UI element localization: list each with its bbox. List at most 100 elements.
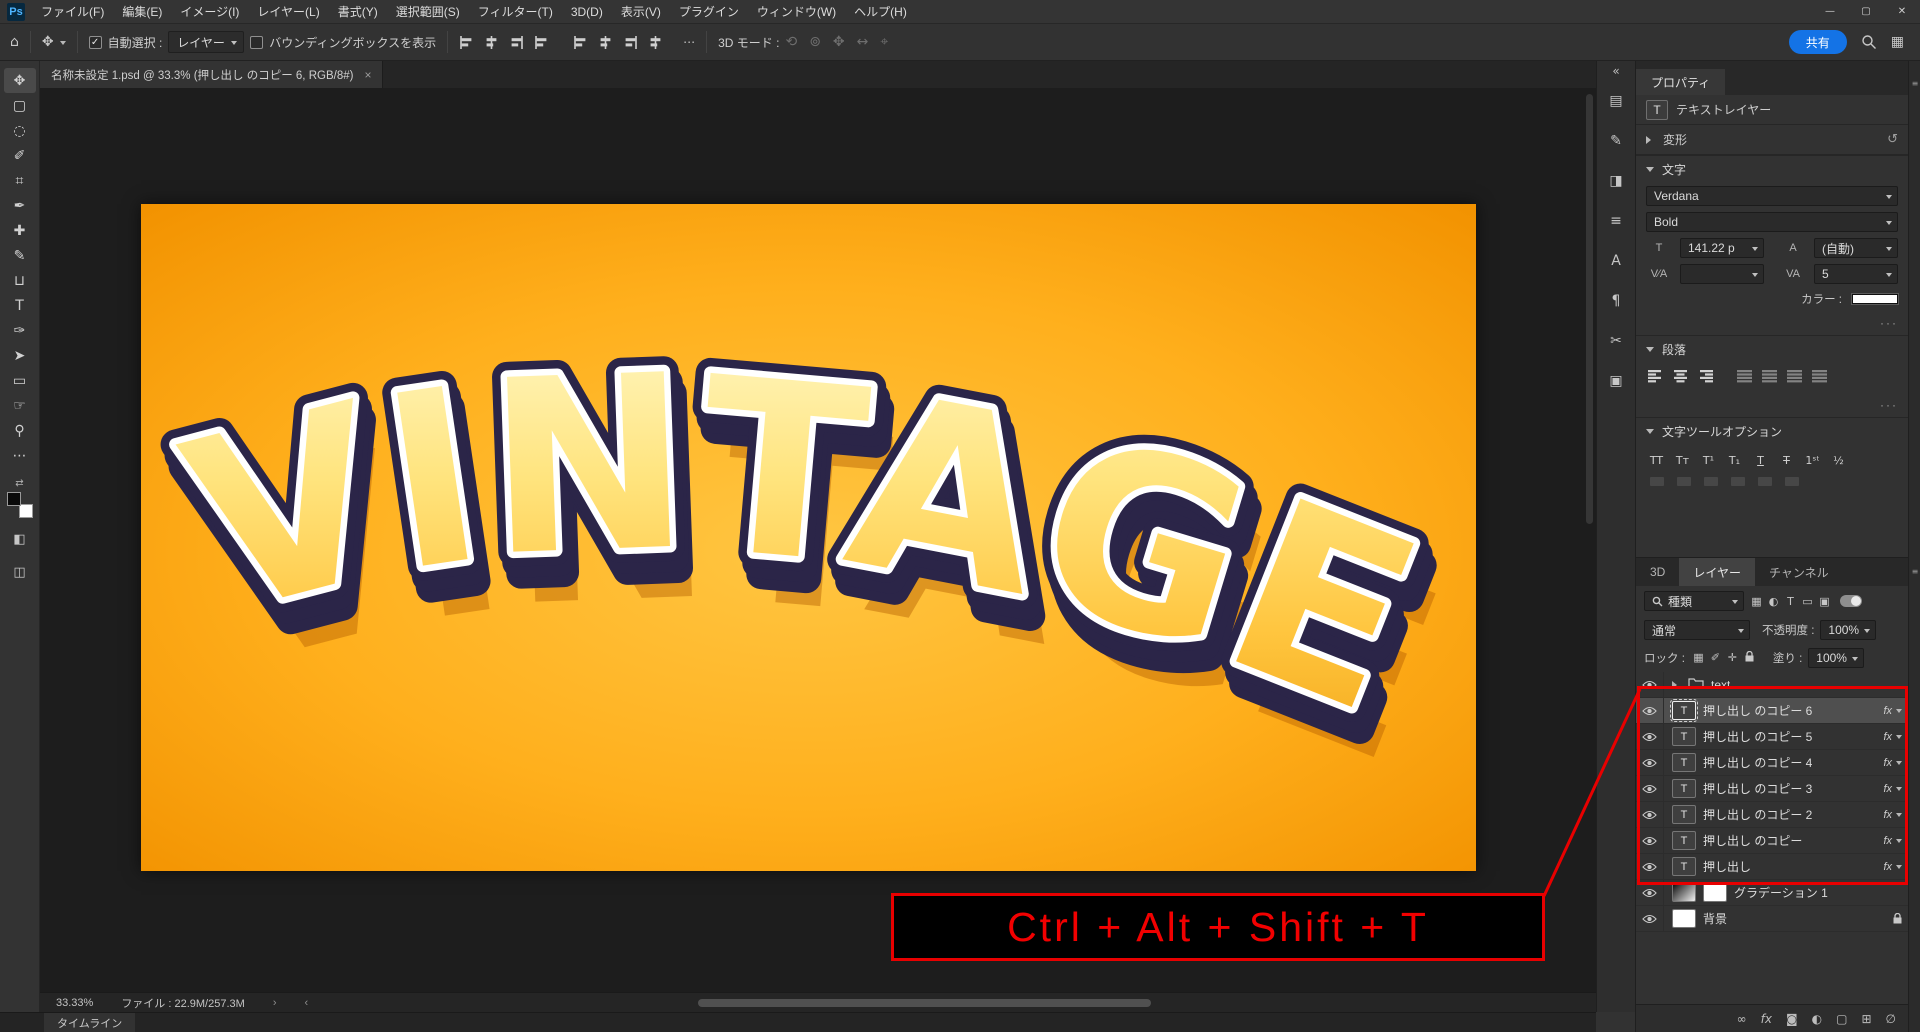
paragraph-align-icon-5[interactable] (1762, 370, 1777, 386)
visibility-eye-icon[interactable] (1636, 802, 1664, 827)
panel-menu-icon[interactable]: ≡ (1910, 567, 1920, 576)
tool-preset-chevron-icon[interactable] (59, 40, 66, 48)
character-more-options-icon[interactable]: ··· (1880, 316, 1898, 330)
visibility-eye-icon[interactable] (1636, 854, 1664, 879)
filter-kind-icon-4[interactable]: ▭ (1799, 595, 1816, 608)
3d-mode-icon-1[interactable]: ⟲ (785, 35, 797, 49)
kerning-dropdown[interactable] (1680, 264, 1764, 284)
visibility-eye-icon[interactable] (1636, 750, 1664, 775)
menubar-item[interactable]: レイヤー(L) (248, 0, 328, 24)
font-style-dropdown[interactable]: Bold (1646, 212, 1898, 232)
layer-row[interactable]: T 押し出し のコピー 3 fx (1636, 776, 1908, 802)
maximize-button[interactable]: ▢ (1848, 0, 1884, 24)
background-layer-thumbnail[interactable] (1672, 909, 1696, 928)
status-next-icon[interactable]: › (273, 997, 277, 1009)
layer-row[interactable]: グラデーション 1 (1636, 880, 1908, 906)
spot-healing-brush-tool[interactable]: ✚ (4, 218, 36, 243)
menubar-item[interactable]: 書式(Y) (329, 0, 387, 24)
layer-fx-badge[interactable]: fx (1883, 835, 1892, 847)
text-layer-thumbnail[interactable]: T (1672, 753, 1696, 772)
type-option-icon-3[interactable]: T¹ (1700, 454, 1717, 467)
menubar-item[interactable]: 3D(D) (562, 0, 612, 24)
type-tool[interactable]: T (4, 293, 36, 318)
distribute-icon-4[interactable] (648, 35, 663, 49)
new-layer-icon[interactable]: ⊞ (1861, 1012, 1871, 1026)
lock-option-icon-3[interactable]: ✛ (1725, 651, 1740, 665)
tracking-dropdown[interactable]: 5 (1814, 264, 1898, 284)
filter-kind-icon-1[interactable]: ▦ (1748, 595, 1765, 608)
layer-row[interactable]: 背景 (1636, 906, 1908, 932)
more-align-options-icon[interactable]: ⋯ (683, 36, 695, 48)
eyedropper-tool[interactable]: ✒ (4, 193, 36, 218)
document-canvas[interactable]: VINTAGE VINTAGE VINTAGE VINTAGE VINTAGE … (141, 204, 1476, 871)
layer-row[interactable]: T 押し出し のコピー fx (1636, 828, 1908, 854)
paragraph-align-icon-2[interactable] (1673, 370, 1688, 386)
home-icon[interactable]: ⌂ (10, 35, 19, 49)
text-layer-thumbnail[interactable]: T (1670, 699, 1698, 722)
tab-properties[interactable]: プロパティ (1636, 69, 1726, 95)
visibility-eye-icon[interactable] (1636, 698, 1664, 723)
screen-mode-icon[interactable]: ◫ (4, 560, 36, 584)
share-button[interactable]: 共有 (1788, 30, 1847, 54)
menubar-item[interactable]: イメージ(I) (171, 0, 248, 24)
layer-style-icon[interactable]: fx (1761, 1012, 1772, 1026)
type-option-icon-7[interactable]: 1ˢᵗ (1804, 454, 1821, 467)
chevron-down-icon[interactable] (1646, 429, 1654, 438)
layer-row[interactable]: T 押し出し のコピー 6 fx (1636, 698, 1908, 724)
filter-toggle-switch[interactable] (1840, 595, 1862, 607)
text-layer-thumbnail[interactable]: T (1672, 831, 1696, 850)
timeline-tab[interactable]: タイムライン (44, 1013, 136, 1032)
3d-mode-icon-2[interactable]: ⊚ (809, 35, 821, 49)
3d-mode-icon-4[interactable]: ↔ (857, 35, 869, 49)
quick-mask-icon[interactable]: ◧ (4, 527, 36, 551)
filter-kind-icon-2[interactable]: ◐ (1765, 595, 1782, 608)
distribute-icon-3[interactable] (623, 35, 638, 49)
text-color-swatch[interactable] (1852, 294, 1898, 304)
layer-row[interactable]: T 押し出し のコピー 2 fx (1636, 802, 1908, 828)
menubar-item[interactable]: フィルター(T) (469, 0, 562, 24)
filter-kind-icon-3[interactable]: T (1782, 595, 1799, 608)
type-option-icon-4[interactable]: T₁ (1726, 454, 1743, 467)
group-expand-icon[interactable] (1672, 680, 1681, 689)
reset-transform-icon[interactable]: ↺ (1887, 132, 1898, 147)
paragraph-align-icon-3[interactable] (1698, 370, 1713, 386)
align-icon-2[interactable] (484, 35, 499, 49)
align-icon-3[interactable] (509, 35, 524, 49)
3d-mode-icon-3[interactable]: ✥ (833, 35, 845, 49)
canvas-area[interactable]: VINTAGE VINTAGE VINTAGE VINTAGE VINTAGE … (40, 88, 1596, 992)
dock-brush-settings-panel-icon[interactable]: ✎ (1601, 126, 1631, 156)
close-button[interactable]: ✕ (1884, 0, 1920, 24)
chevron-right-icon[interactable] (1646, 135, 1655, 144)
document-tab[interactable]: 名称未設定 1.psd @ 33.3% (押し出し のコピー 6, RGB/8#… (40, 61, 384, 88)
leading-dropdown[interactable]: (自動) (1814, 238, 1898, 258)
dock-adjustments-panel-icon[interactable]: ◨ (1601, 166, 1631, 196)
tab-チャンネル[interactable]: チャンネル (1755, 558, 1843, 586)
dock-swatches-panel-icon[interactable]: ▤ (1601, 86, 1631, 116)
gradient-layer-thumbnail[interactable] (1672, 883, 1696, 902)
fx-expand-icon[interactable] (1896, 787, 1902, 794)
clone-stamp-tool[interactable]: ⊔ (4, 268, 36, 293)
layer-mask-thumbnail[interactable] (1703, 883, 1727, 902)
paragraph-section-header[interactable]: 段落 (1636, 335, 1908, 363)
quick-selection-tool[interactable]: ✐ (4, 143, 36, 168)
pen-tool[interactable]: ✑ (4, 318, 36, 343)
layer-row[interactable]: T 押し出し のコピー 5 fx (1636, 724, 1908, 750)
visibility-eye-icon[interactable] (1636, 906, 1664, 931)
chevron-down-icon[interactable] (1646, 167, 1654, 176)
dock-paragraph-panel-icon[interactable]: ¶ (1601, 286, 1631, 316)
lock-option-icon-1[interactable]: ▦ (1691, 651, 1706, 665)
dock-libraries-panel-icon[interactable]: ≡ (1601, 206, 1631, 236)
align-icon-4[interactable] (534, 35, 549, 49)
filter-type-dropdown[interactable]: 種類 (1644, 591, 1744, 611)
fx-expand-icon[interactable] (1896, 735, 1902, 742)
auto-select-target-dropdown[interactable]: レイヤー (168, 31, 245, 53)
panel-menu-icon[interactable]: ≡ (1910, 79, 1920, 88)
paragraph-align-icon-7[interactable] (1812, 370, 1827, 386)
character-section-header[interactable]: 文字 (1636, 155, 1908, 183)
type-option-icon-6[interactable]: T (1778, 454, 1795, 467)
adjustment-layer-icon[interactable]: ◐ (1812, 1012, 1822, 1026)
font-family-dropdown[interactable]: Verdana (1646, 186, 1898, 206)
distribute-icon-2[interactable] (598, 35, 613, 49)
add-layer-mask-icon[interactable]: ◙ (1786, 1012, 1798, 1026)
type-tool-options-header[interactable]: 文字ツールオプション (1636, 417, 1908, 445)
